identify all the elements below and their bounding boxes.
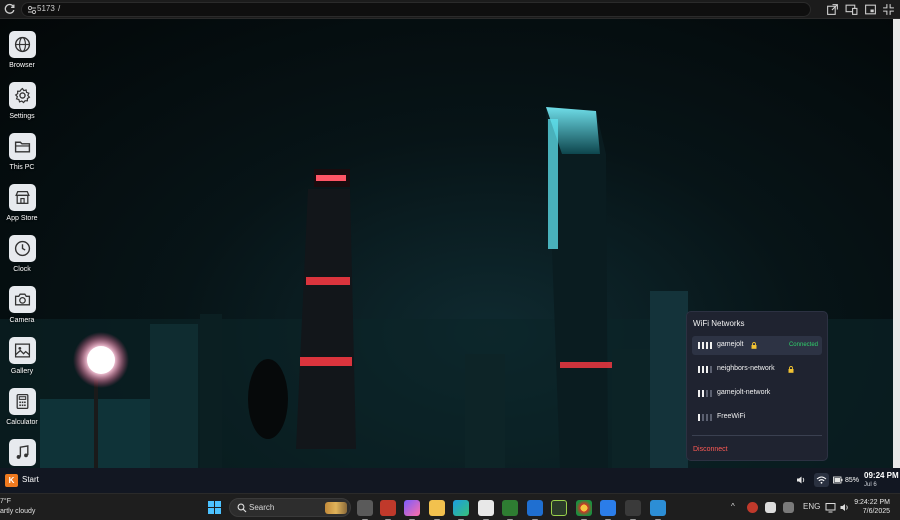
tray-app-icon[interactable]: [783, 502, 794, 513]
system-clock-date[interactable]: 7/6/2025: [863, 508, 890, 515]
windows-taskbar: 7°F artly cloudy Search ^ ENG 9:24:22 PM…: [0, 493, 900, 520]
browser-toolbar: 5173 /: [0, 0, 900, 19]
window-edge: [893, 19, 900, 468]
tray-app-icon[interactable]: [747, 502, 758, 513]
disconnect-button[interactable]: Disconnect: [693, 446, 728, 453]
wifi-network-name: neighbors-network: [717, 365, 775, 372]
app-lightning-icon[interactable]: [625, 500, 641, 520]
app-clock-date: Jul 6: [864, 482, 877, 488]
desktop-icon-clock[interactable]: Clock: [3, 235, 41, 273]
signal-strength-icon: [698, 366, 714, 373]
wifi-network-freewifi[interactable]: FreeWiFi: [692, 408, 822, 427]
calculator-icon: [8, 388, 36, 415]
devices-icon[interactable]: [845, 3, 858, 16]
desktop-icon-music[interactable]: [3, 439, 41, 466]
wifi-network-name: gamejolt: [717, 341, 744, 348]
battery-percentage: 85%: [845, 477, 860, 484]
chevron-up-icon[interactable]: ^: [731, 502, 735, 511]
lock-icon: [751, 342, 757, 349]
wifi-divider: [692, 435, 822, 436]
wifi-panel-title: WiFi Networks: [693, 319, 745, 328]
game-bar-icon[interactable]: [502, 500, 518, 520]
app-taskbar: K Start 85% 09:24 PM Jul 6: [0, 468, 900, 493]
security-shield-icon[interactable]: [650, 500, 666, 520]
url-path: /: [58, 4, 61, 13]
desktop-icon-settings[interactable]: Settings: [3, 82, 41, 120]
desktop-icon-label: Clock: [13, 266, 31, 273]
desktop-icon-label: Camera: [9, 317, 35, 324]
weather-temperature[interactable]: 7°F: [0, 498, 11, 505]
signal-strength-icon: [698, 414, 714, 421]
wifi-network-gamejolt[interactable]: gamejolt Connected: [692, 336, 822, 355]
wifi-network-gamejolt-network[interactable]: gamejolt-network: [692, 384, 822, 403]
wifi-networks-panel: WiFi Networks gamejolt Connected neighbo…: [686, 311, 828, 461]
desktop-wallpaper: Browser Settings This PC App Store Clock…: [0, 19, 893, 468]
search-placeholder: Search: [249, 503, 275, 512]
desktop-icon-gallery[interactable]: Gallery: [3, 337, 41, 375]
start-label: Start: [22, 475, 39, 484]
copilot-icon[interactable]: [404, 500, 420, 520]
wifi-tray-button[interactable]: [814, 473, 829, 487]
desktop-icon-camera[interactable]: Camera: [3, 286, 41, 324]
windows-start-icon[interactable]: [208, 501, 222, 515]
collapse-icon[interactable]: [882, 3, 895, 16]
url-host: 5173: [37, 4, 55, 13]
reload-icon[interactable]: [3, 3, 16, 16]
notepad-icon[interactable]: [600, 500, 616, 520]
language-indicator[interactable]: ENG: [803, 502, 820, 511]
desktop-icon-browser[interactable]: Browser: [3, 31, 41, 69]
wifi-connected-status: Connected: [788, 342, 818, 348]
wifi-network-name: FreeWiFi: [717, 413, 746, 420]
desktop-icon-label: Settings: [9, 113, 35, 120]
search-icon: [237, 503, 247, 513]
desktop-icon-label: Gallery: [10, 368, 34, 375]
edge-browser-icon[interactable]: [453, 500, 469, 520]
desktop-icon-app-store[interactable]: App Store: [3, 184, 41, 222]
gear-icon: [8, 82, 36, 109]
taskbar-search-box[interactable]: Search: [229, 498, 351, 517]
battery-icon: [833, 476, 843, 484]
image-icon: [8, 337, 36, 364]
desktop-icon-this-pc[interactable]: This PC: [3, 133, 41, 171]
address-bar[interactable]: 5173 /: [21, 2, 811, 17]
speaker-icon[interactable]: [839, 502, 850, 513]
opera-gx-icon[interactable]: [551, 500, 567, 516]
search-highlight-image: [325, 502, 347, 514]
open-external-icon[interactable]: [826, 3, 839, 16]
start-button[interactable]: K Start: [5, 474, 45, 488]
wifi-icon: [816, 476, 827, 484]
signal-strength-icon: [698, 390, 714, 397]
wifi-network-neighbors-network[interactable]: neighbors-network: [692, 360, 822, 379]
window-icon[interactable]: [864, 3, 877, 16]
app-clock-time[interactable]: 09:24 PM: [864, 471, 899, 480]
outlook-icon[interactable]: [527, 500, 543, 520]
access-app-icon[interactable]: [380, 500, 396, 520]
desktop-icon-label: Calculator: [6, 419, 38, 426]
weather-description[interactable]: artly cloudy: [0, 508, 35, 515]
desktop-icon-label: This PC: [9, 164, 35, 171]
microsoft-store-icon[interactable]: [478, 500, 494, 520]
clock-icon: [8, 235, 36, 262]
music-icon: [8, 439, 36, 466]
task-view-icon[interactable]: [357, 500, 373, 520]
camera-icon: [8, 286, 36, 313]
display-icon[interactable]: [825, 502, 836, 513]
volume-icon[interactable]: [795, 474, 807, 486]
system-clock-time[interactable]: 9:24:22 PM: [854, 499, 890, 506]
chrome-icon[interactable]: [576, 500, 592, 520]
store-icon: [8, 184, 36, 211]
file-explorer-icon[interactable]: [429, 500, 445, 520]
lock-icon: [788, 366, 794, 373]
start-logo-icon: K: [5, 474, 18, 487]
desktop-icon-label: Browser: [9, 62, 35, 69]
site-info-icon[interactable]: [27, 5, 37, 15]
tray-app-icon[interactable]: [765, 502, 776, 513]
folder-icon: [8, 133, 36, 160]
globe-icon: [8, 31, 36, 58]
wifi-network-name: gamejolt-network: [717, 389, 771, 396]
signal-strength-icon: [698, 342, 714, 349]
desktop-icon-calculator[interactable]: Calculator: [3, 388, 41, 426]
desktop-icon-label: App Store: [6, 215, 38, 222]
